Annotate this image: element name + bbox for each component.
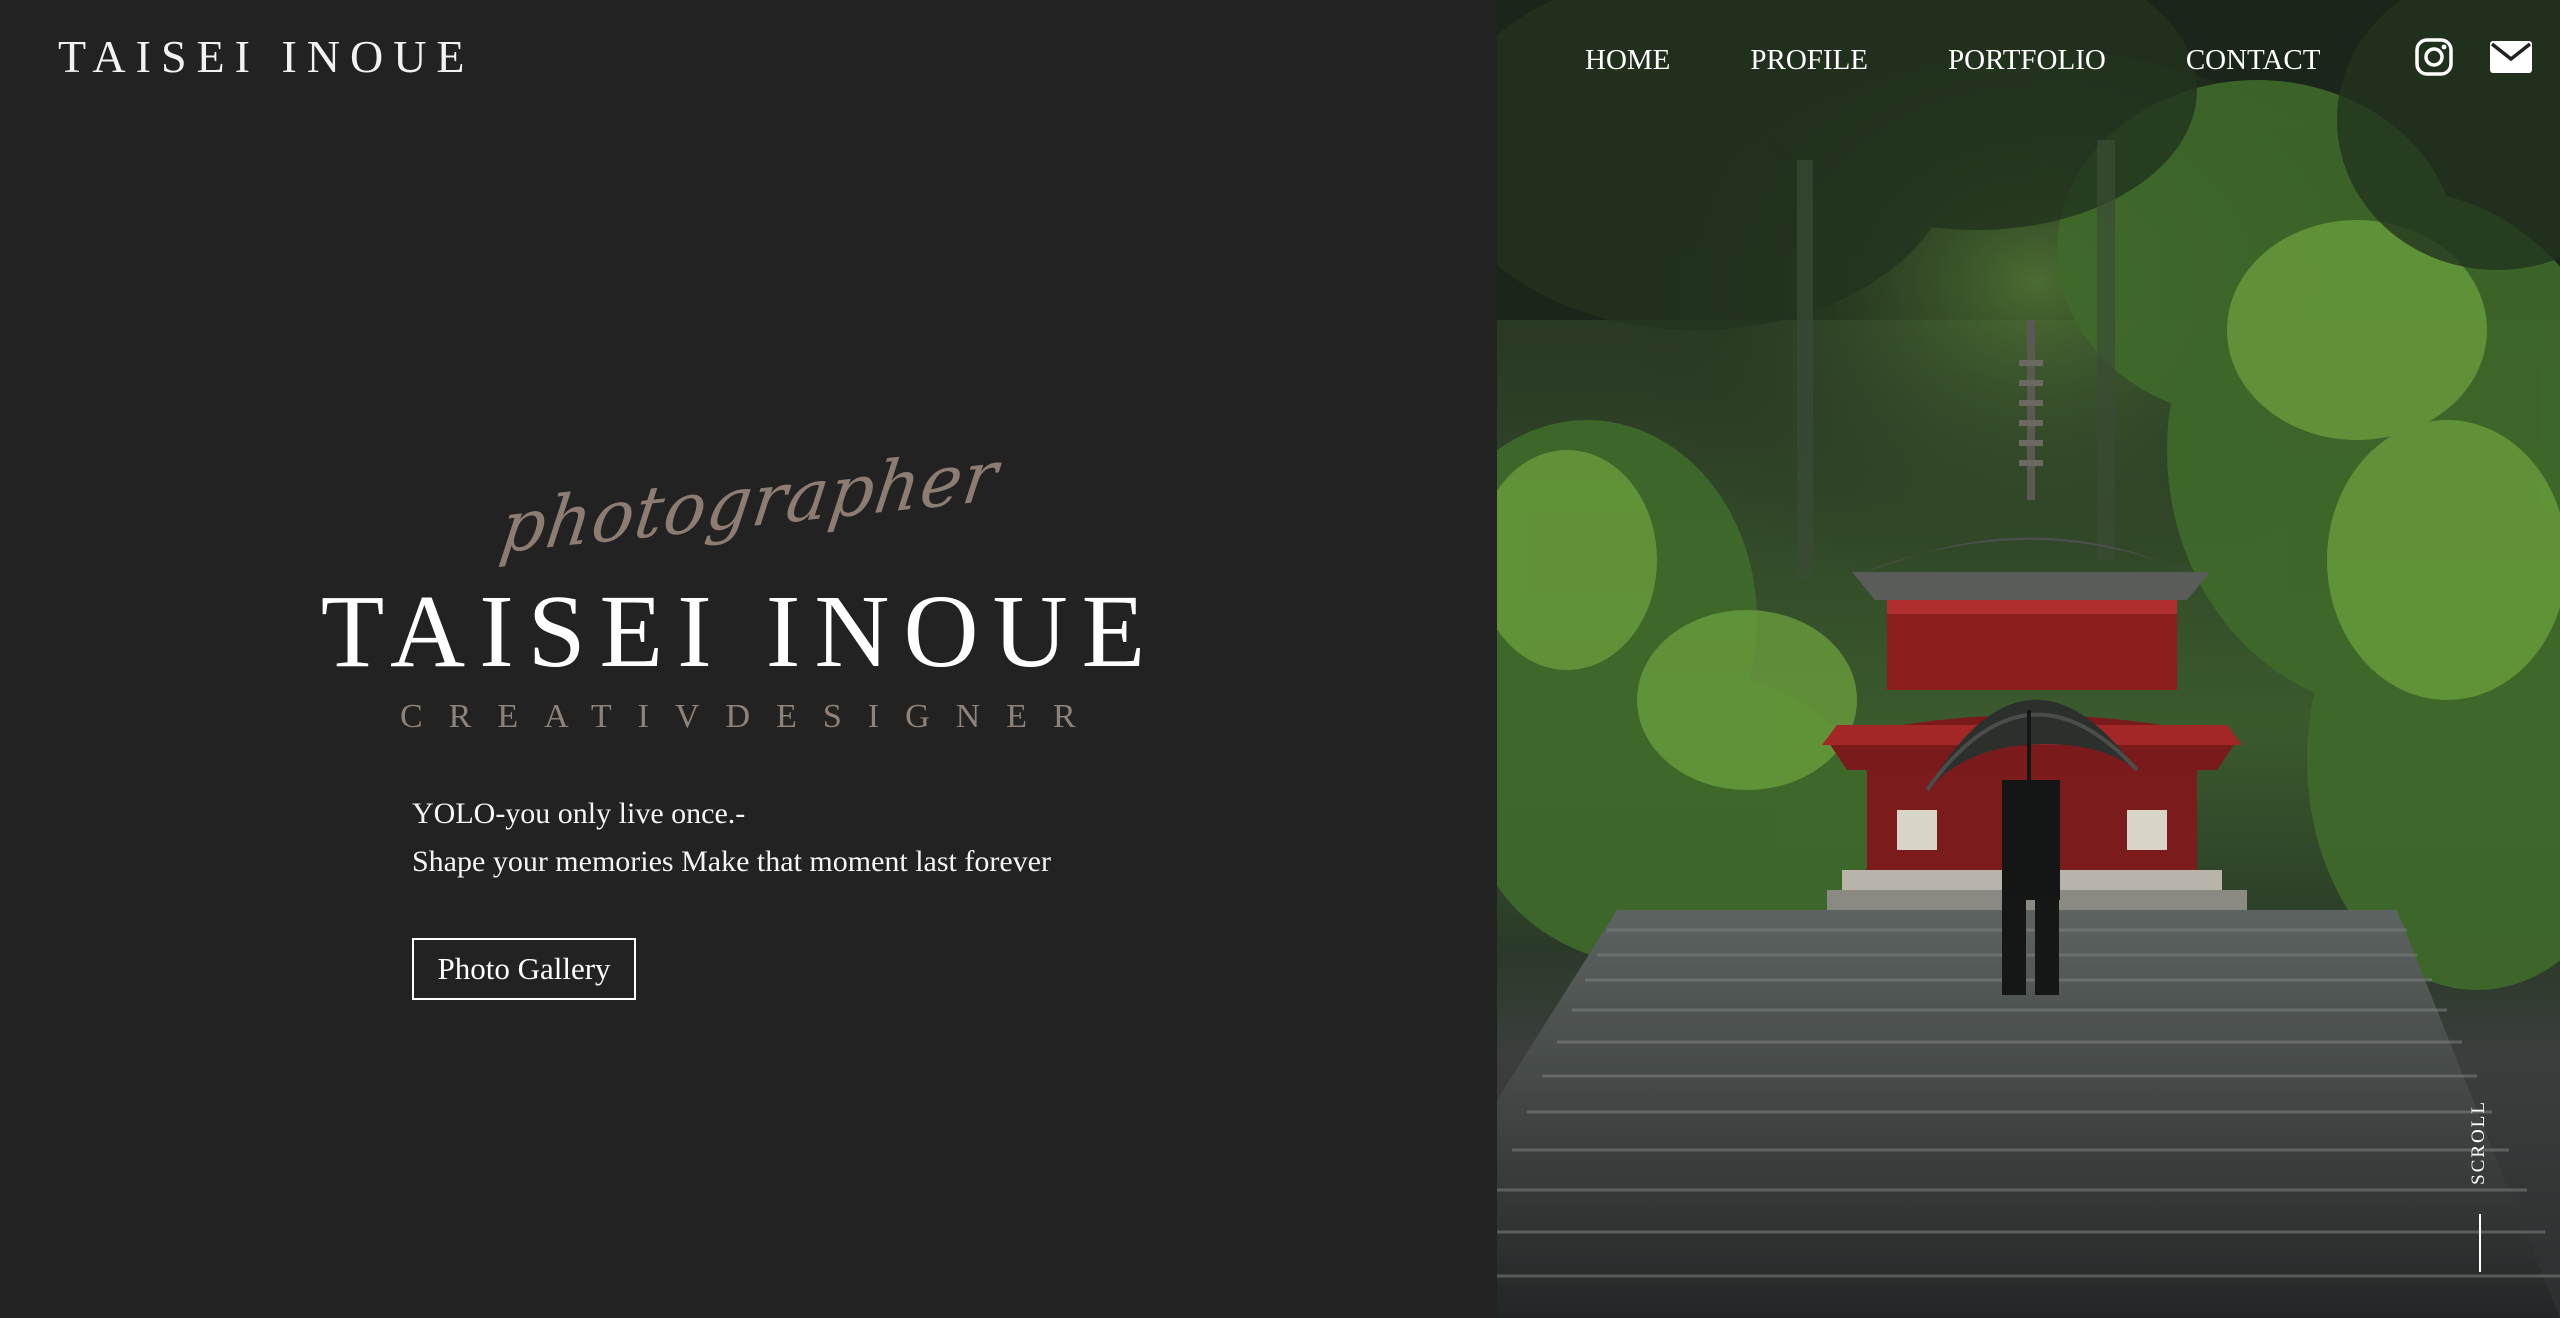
scroll-indicator[interactable]: SCROLL bbox=[2460, 1100, 2500, 1280]
nav-home[interactable]: HOME bbox=[1585, 44, 1670, 77]
tagline-line-1: YOLO-you only live once.- bbox=[412, 797, 746, 830]
hero-script-word: photographer bbox=[495, 433, 1004, 570]
hero-photo bbox=[1497, 0, 2560, 1318]
tagline-line-2: Shape your memories Make that moment las… bbox=[412, 845, 1051, 878]
nav-contact[interactable]: CONTACT bbox=[2186, 44, 2321, 77]
tagline: YOLO-you only live once.- Shape your mem… bbox=[412, 790, 1212, 886]
nav-portfolio[interactable]: PORTFOLIO bbox=[1948, 44, 2106, 77]
mail-icon[interactable] bbox=[2488, 34, 2534, 80]
hero-subtitle: CREATIVDESIGNER bbox=[400, 698, 1102, 735]
main-nav: HOME PROFILE PORTFOLIO CONTACT bbox=[1585, 40, 2320, 80]
nav-profile[interactable]: PROFILE bbox=[1750, 44, 1868, 77]
left-panel: TAISEI INOUE photographer TAISEI INOUE C… bbox=[0, 0, 1497, 1318]
photo-gallery-button[interactable]: Photo Gallery bbox=[412, 938, 636, 1000]
hero-title: TAISEI INOUE bbox=[320, 574, 1160, 689]
pagoda-photo-illustration bbox=[1497, 0, 2560, 1318]
instagram-icon[interactable] bbox=[2411, 34, 2457, 80]
site-logo[interactable]: TAISEI INOUE bbox=[58, 30, 475, 83]
scroll-label: SCROLL bbox=[2468, 1100, 2489, 1185]
scroll-line bbox=[2479, 1214, 2481, 1272]
page: TAISEI INOUE photographer TAISEI INOUE C… bbox=[0, 0, 2560, 1318]
